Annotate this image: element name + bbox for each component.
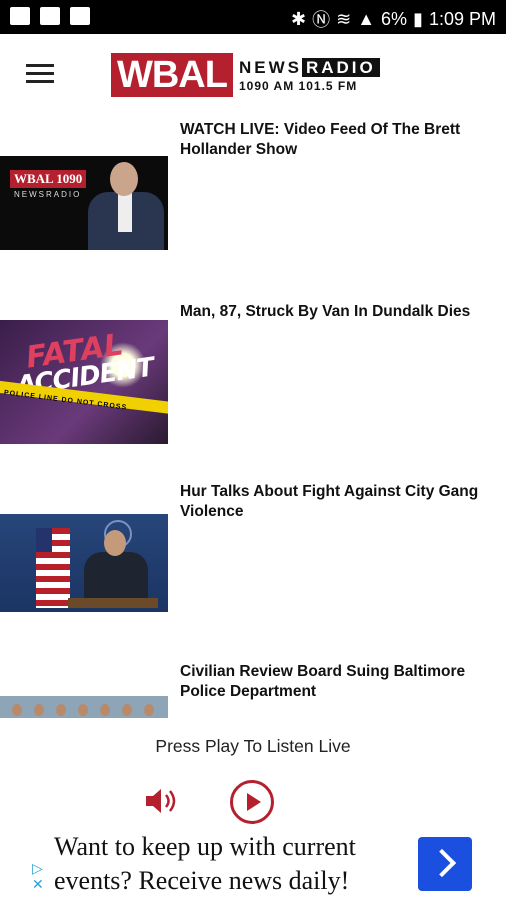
signal-icon: ▲ bbox=[357, 8, 376, 29]
live-player: Press Play To Listen Live bbox=[0, 718, 506, 824]
logo-wbal: WBAL bbox=[111, 53, 233, 97]
listen-live-label: Press Play To Listen Live bbox=[155, 736, 351, 756]
mail-icon bbox=[10, 7, 30, 25]
logo-frequency: 1090 AM 101.5 FM bbox=[238, 79, 358, 93]
article-title[interactable]: Hur Talks About Fight Against City Gang … bbox=[180, 482, 490, 522]
article-item[interactable]: WBAL 1090 NEWSRADIO WATCH LIVE: Video Fe… bbox=[0, 120, 506, 260]
article-thumbnail bbox=[0, 514, 168, 612]
volume-icon[interactable] bbox=[142, 784, 182, 818]
battery-icon: ▮ bbox=[413, 8, 423, 29]
bluetooth-icon: ✱ bbox=[291, 8, 307, 29]
system-icons: ✱ Ⓝ ≋ ▲ 6% ▮ 1:09 PM bbox=[291, 6, 496, 32]
ad-banner[interactable]: ▷ ✕ Want to keep up with current events? … bbox=[0, 824, 506, 900]
article-thumbnail: FATAL ACCIDENT POLICE LINE DO NOT CROSS bbox=[0, 320, 168, 444]
ad-arrow-button[interactable] bbox=[418, 837, 472, 891]
nfc-icon: Ⓝ bbox=[312, 10, 331, 30]
article-thumbnail: WBAL 1090 NEWSRADIO bbox=[0, 156, 168, 250]
email-icon bbox=[40, 7, 60, 25]
article-item[interactable]: FATAL ACCIDENT POLICE LINE DO NOT CROSS … bbox=[0, 300, 506, 450]
hamburger-menu-icon[interactable] bbox=[26, 64, 54, 84]
article-title[interactable]: Civilian Review Board Suing Baltimore Po… bbox=[180, 662, 490, 702]
image-icon bbox=[70, 7, 90, 25]
battery-percent: 6% bbox=[381, 8, 408, 29]
wbal-logo: WBAL NEWS RADIO 1090 AM 101.5 FM bbox=[111, 53, 411, 97]
app-header: WBAL NEWS RADIO 1090 AM 101.5 FM bbox=[0, 34, 506, 116]
adchoices-icon[interactable]: ▷ ✕ bbox=[32, 860, 44, 892]
ad-text[interactable]: Want to keep up with current events? Rec… bbox=[54, 830, 404, 898]
play-button[interactable] bbox=[230, 780, 274, 824]
article-title[interactable]: Man, 87, Struck By Van In Dundalk Dies bbox=[180, 302, 490, 322]
notification-icons bbox=[10, 7, 90, 25]
clock: 1:09 PM bbox=[428, 8, 496, 29]
logo-newsradio: NEWS RADIO bbox=[239, 57, 380, 79]
article-thumbnail bbox=[0, 696, 168, 718]
article-title[interactable]: WATCH LIVE: Video Feed Of The Brett Holl… bbox=[180, 120, 490, 160]
article-item[interactable]: Hur Talks About Fight Against City Gang … bbox=[0, 480, 506, 630]
wifi-icon: ≋ bbox=[336, 8, 352, 29]
status-bar: ✱ Ⓝ ≋ ▲ 6% ▮ 1:09 PM bbox=[0, 0, 506, 34]
article-item[interactable]: Civilian Review Board Suing Baltimore Po… bbox=[0, 660, 506, 718]
